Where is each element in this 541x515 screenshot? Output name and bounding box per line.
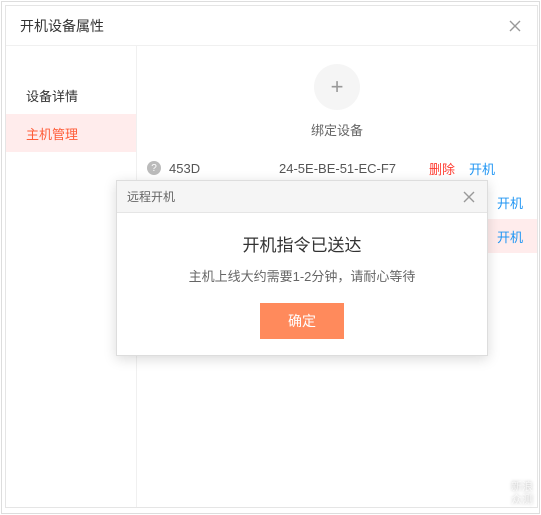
confirm-button[interactable]: 确定 (260, 303, 344, 339)
modal-subtext: 主机上线大约需要1-2分钟，请耐心等待 (137, 266, 467, 285)
plus-icon: + (331, 74, 344, 100)
sidebar-item-label: 主机管理 (26, 124, 78, 143)
power-on-button[interactable]: 开机 (497, 193, 523, 212)
sidebar-item-device-detail[interactable]: 设备详情 (6, 76, 136, 114)
device-mac: 24-5E-BE-51-EC-F7 (279, 161, 429, 176)
modal-titlebar: 远程开机 (117, 181, 487, 213)
outer-frame: 开机设备属性 设备详情 主机管理 + 绑定设备 ? 453D 24-5E (1, 1, 540, 514)
modal-title: 远程开机 (127, 188, 175, 205)
close-icon[interactable] (461, 189, 477, 205)
delete-button[interactable]: 删除 (429, 159, 455, 178)
add-device-button[interactable]: + (314, 64, 360, 110)
power-on-button[interactable]: 开机 (469, 159, 495, 178)
bind-device-label: 绑定设备 (311, 120, 363, 139)
modal-body: 开机指令已送达 主机上线大约需要1-2分钟，请耐心等待 确定 (117, 213, 487, 353)
sidebar-item-host-manage[interactable]: 主机管理 (6, 114, 136, 152)
sidebar-item-label: 设备详情 (26, 86, 78, 105)
titlebar: 开机设备属性 (6, 6, 537, 46)
window-title: 开机设备属性 (20, 16, 104, 36)
info-icon: ? (147, 161, 161, 175)
modal-dialog: 远程开机 开机指令已送达 主机上线大约需要1-2分钟，请耐心等待 确定 (116, 180, 488, 356)
bind-device-area: + 绑定设备 (137, 64, 537, 139)
modal-heading: 开机指令已送达 (137, 231, 467, 256)
device-name: 453D (169, 161, 279, 176)
power-on-button[interactable]: 开机 (497, 227, 523, 246)
close-icon[interactable] (507, 18, 523, 34)
